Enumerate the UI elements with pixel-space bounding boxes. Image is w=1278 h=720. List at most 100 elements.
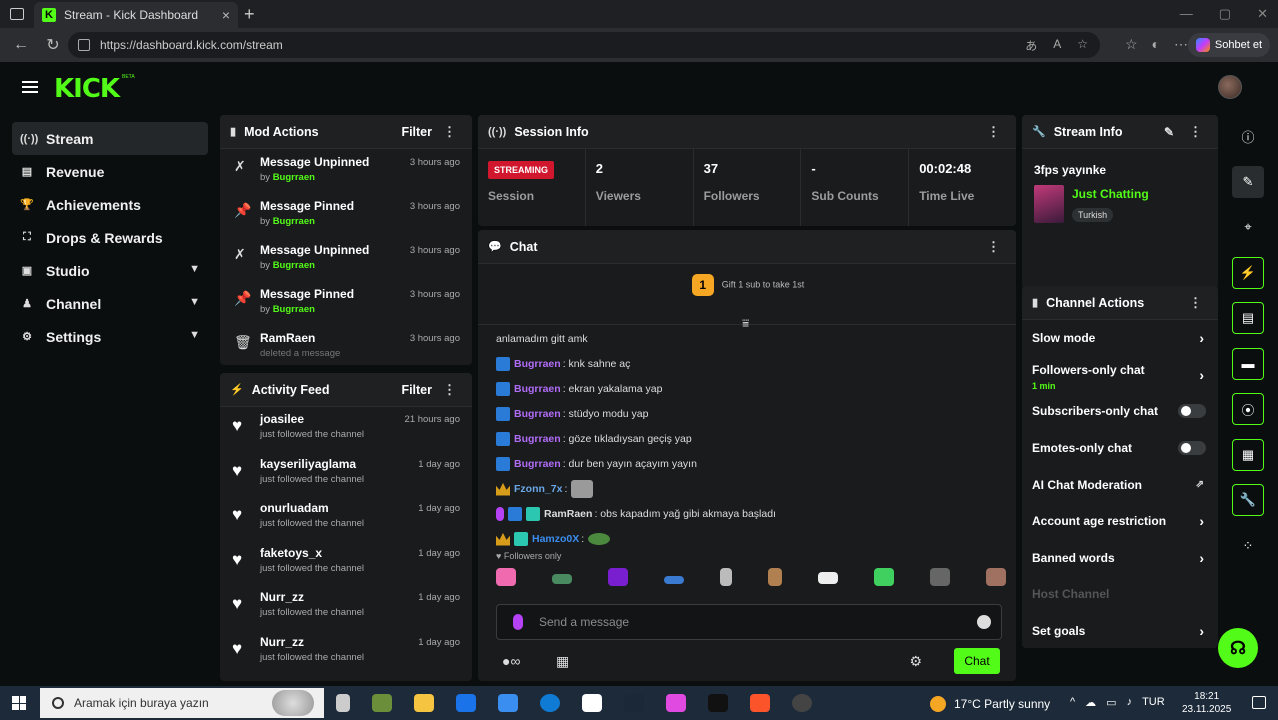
chevron-right-icon[interactable]: › <box>1199 550 1204 566</box>
sidebar-item-channel[interactable]: ♟ Channel ▼ <box>12 287 208 320</box>
crosshair-icon[interactable]: ⌖ <box>1232 211 1264 243</box>
external-link-icon[interactable]: ⇗ <box>1196 479 1204 490</box>
mod-username[interactable]: Bugrraen <box>273 216 315 227</box>
chat-username[interactable]: Bugrraen <box>514 433 561 445</box>
emote-purple-icon[interactable] <box>608 568 628 586</box>
chevron-down-icon[interactable]: ▼ <box>189 263 200 275</box>
browser-tab[interactable]: K Stream - Kick Dashboard × <box>34 2 238 28</box>
emote-pink-icon[interactable] <box>496 568 516 586</box>
layout-icon[interactable]: ▦ <box>1232 438 1264 471</box>
emotes-only-row[interactable]: Emotes-only chat <box>1022 430 1218 467</box>
account-age-row[interactable]: Account age restriction › <box>1022 503 1218 540</box>
mod-username[interactable]: Bugrraen <box>273 304 315 315</box>
minecraft-icon[interactable] <box>372 694 392 712</box>
mod-username[interactable]: Bugrraen <box>273 260 315 271</box>
chat-username[interactable]: Bugrraen <box>514 408 561 420</box>
translate-icon[interactable]: あ <box>1025 37 1037 54</box>
sidebar-item-achievements[interactable]: 🏆 Achievements <box>12 188 208 221</box>
more-options-icon[interactable]: ⋮ <box>987 239 1000 255</box>
sidebar-item-stream[interactable]: ((·)) Stream <box>12 122 208 155</box>
more-options-icon[interactable]: ⋮ <box>1189 295 1202 311</box>
read-aloud-icon[interactable]: A <box>1053 37 1061 54</box>
cloud-icon[interactable]: ☁ <box>1085 696 1096 709</box>
banned-words-row[interactable]: Banned words › <box>1022 540 1218 577</box>
chat-message-input[interactable]: Send a message <box>496 604 1002 640</box>
chevron-right-icon[interactable]: › <box>1199 330 1204 346</box>
chat-settings-icon[interactable]: ⚙ <box>909 653 922 670</box>
mail-icon[interactable] <box>456 694 476 712</box>
sidebar-item-drops[interactable]: ⛶ Drops & Rewards <box>12 221 208 254</box>
emote-figure-icon[interactable] <box>720 568 732 586</box>
emote-frog-icon[interactable] <box>552 574 572 584</box>
taskbar-search[interactable]: Aramak için buraya yazın <box>40 688 324 718</box>
wrench-icon[interactable]: 🔧 <box>1232 484 1264 516</box>
chevron-down-icon[interactable]: ▼ <box>189 296 200 308</box>
apps-icon[interactable]: ⁘ <box>1232 530 1264 562</box>
send-chat-button[interactable]: Chat <box>954 648 1000 674</box>
info-icon[interactable]: ⓘ <box>1232 120 1264 152</box>
copilot-app-icon[interactable] <box>666 694 686 712</box>
pencil-icon[interactable]: ✎ <box>1232 165 1264 198</box>
emote-fish-icon[interactable] <box>664 576 684 584</box>
edge-icon[interactable] <box>540 694 560 712</box>
favorites-icon[interactable]: ☆ <box>1125 36 1138 53</box>
user-avatar[interactable] <box>1218 75 1242 99</box>
maximize-icon[interactable]: ▢ <box>1219 6 1231 22</box>
more-options-icon[interactable]: ⋮ <box>443 382 456 398</box>
lock-icon[interactable] <box>78 39 90 51</box>
back-icon[interactable]: ← <box>10 36 32 54</box>
ai-moderation-row[interactable]: AI Chat Moderation ⇗ <box>1022 466 1218 503</box>
chat-username[interactable]: RamRaen <box>544 508 592 520</box>
emote-dog-icon[interactable] <box>768 568 782 586</box>
notes-icon[interactable]: ▤ <box>1232 302 1264 334</box>
copilot-button[interactable]: Sohbet et <box>1187 33 1270 57</box>
subscribers-only-toggle[interactable] <box>1178 404 1206 419</box>
emotes-only-toggle[interactable] <box>1178 441 1206 456</box>
brave-icon[interactable] <box>750 694 770 712</box>
network-icon[interactable]: ▭ <box>1106 696 1116 709</box>
keyboard-language[interactable]: TUR <box>1142 696 1165 709</box>
task-view-icon[interactable] <box>336 694 350 712</box>
obs-icon[interactable] <box>792 694 812 712</box>
sidebar-item-settings[interactable]: ⚙ Settings ▼ <box>12 320 208 353</box>
bolt-icon[interactable]: ⚡ <box>1232 256 1264 289</box>
stream-category[interactable]: Just Chatting <box>1072 187 1149 201</box>
chevron-up-icon[interactable]: ^ <box>1070 696 1075 709</box>
store-icon[interactable]: ▦ <box>556 653 569 670</box>
notifications-icon[interactable] <box>1252 696 1266 709</box>
followers-only-row[interactable]: Followers-only chat 1 min › <box>1022 357 1218 394</box>
close-window-icon[interactable]: ✕ <box>1257 6 1268 22</box>
reload-icon[interactable]: ↻ <box>42 35 64 55</box>
sidebar-item-revenue[interactable]: ▤ Revenue <box>12 155 208 188</box>
minimize-icon[interactable]: — <box>1180 6 1193 22</box>
chevron-right-icon[interactable]: › <box>1199 623 1204 639</box>
more-options-icon[interactable]: ⋮ <box>987 124 1000 140</box>
taskbar-clock[interactable]: 18:21 23.11.2025 <box>1182 690 1231 716</box>
emoji-icon[interactable] <box>977 615 991 629</box>
subscribers-only-row[interactable]: Subscribers-only chat <box>1022 393 1218 430</box>
tiktok-icon[interactable] <box>708 694 728 712</box>
broadcast-icon[interactable]: ⦿ <box>1232 393 1264 425</box>
activity-filter-button[interactable]: Filter <box>401 383 432 397</box>
chat-username[interactable]: Fzonn_7x <box>514 483 562 495</box>
favorite-star-icon[interactable]: ☆ <box>1077 37 1088 54</box>
chat-bubble-icon[interactable]: ▬ <box>1232 347 1264 380</box>
gift-sub-banner[interactable]: 1 Gift 1 sub to take 1st <box>478 274 1016 296</box>
help-support-icon[interactable]: ☊ <box>1218 628 1258 668</box>
windows-start-icon[interactable] <box>12 696 26 710</box>
chat-username[interactable]: Bugrraen <box>514 383 561 395</box>
more-options-icon[interactable]: ⋮ <box>1189 124 1202 140</box>
mod-username[interactable]: Bugrraen <box>273 172 315 183</box>
emote-face-icon[interactable] <box>818 572 838 584</box>
close-tab-icon[interactable]: × <box>222 7 230 23</box>
emote-grey-icon[interactable] <box>930 568 950 586</box>
sidebar-item-studio[interactable]: ▣ Studio ▼ <box>12 254 208 287</box>
steam-icon[interactable] <box>624 694 644 712</box>
volume-icon[interactable]: ♪ <box>1127 696 1133 709</box>
emote-green-icon[interactable] <box>874 568 894 586</box>
chevron-right-icon[interactable]: › <box>1199 513 1204 529</box>
notepad-icon[interactable] <box>582 694 602 712</box>
set-goals-row[interactable]: Set goals › <box>1022 613 1218 648</box>
menu-icon[interactable] <box>22 81 38 93</box>
mod-actions-filter-button[interactable]: Filter <box>401 125 432 139</box>
